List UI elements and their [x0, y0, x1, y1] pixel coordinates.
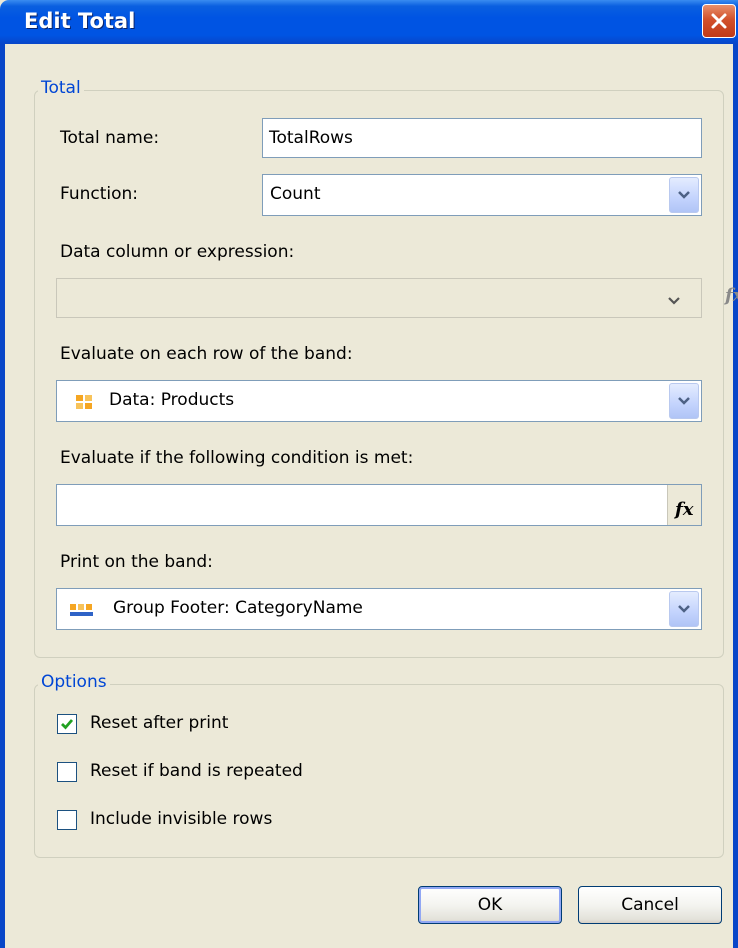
- data-band-icon: [75, 393, 93, 416]
- function-label: Function:: [60, 184, 139, 204]
- cancel-button[interactable]: Cancel: [578, 886, 722, 924]
- fx-icon: fx: [675, 499, 694, 520]
- reset-after-print-checkbox[interactable]: [57, 714, 77, 734]
- data-column-label: Data column or expression:: [60, 242, 295, 262]
- condition-input[interactable]: fx: [56, 484, 702, 526]
- print-band-label: Print on the band:: [60, 552, 213, 572]
- total-group-label: Total: [38, 78, 84, 98]
- evaluate-band-select[interactable]: Data: Products: [56, 380, 702, 422]
- total-name-input[interactable]: TotalRows: [262, 118, 702, 158]
- reset-if-repeated-label: Reset if band is repeated: [90, 761, 303, 781]
- print-band-select[interactable]: Group Footer: CategoryName: [56, 588, 702, 630]
- reset-after-print-label: Reset after print: [90, 713, 229, 733]
- fx-icon: fx: [725, 285, 738, 306]
- edit-total-dialog: Edit Total Total Total name: TotalRows F…: [0, 0, 738, 948]
- function-select-value: Count: [270, 184, 321, 204]
- include-invisible-checkbox[interactable]: [57, 810, 77, 830]
- options-group-label: Options: [38, 672, 110, 692]
- window-frame-left: [0, 44, 5, 948]
- include-invisible-label: Include invisible rows: [90, 809, 273, 829]
- evaluate-band-label: Evaluate on each row of the band:: [60, 344, 353, 364]
- function-select[interactable]: Count: [262, 174, 702, 216]
- evaluate-band-value: Data: Products: [109, 390, 235, 410]
- group-footer-band-icon: [69, 601, 95, 624]
- window-frame-right: [733, 44, 738, 948]
- total-name-label: Total name:: [60, 128, 160, 148]
- function-dropdown-button[interactable]: [669, 177, 699, 213]
- reset-if-repeated-checkbox[interactable]: [57, 762, 77, 782]
- condition-expression-button[interactable]: fx: [667, 485, 701, 525]
- close-button[interactable]: [702, 4, 736, 38]
- condition-input-value: [57, 494, 63, 514]
- title-bar[interactable]: Edit Total: [0, 0, 738, 44]
- print-band-value: Group Footer: CategoryName: [113, 598, 363, 618]
- evaluate-band-dropdown-button[interactable]: [669, 383, 699, 419]
- data-column-input: fx: [56, 278, 738, 318]
- ok-button[interactable]: OK: [418, 886, 562, 924]
- chevron-down-icon: [667, 292, 681, 312]
- condition-label: Evaluate if the following condition is m…: [60, 448, 414, 468]
- print-band-dropdown-button[interactable]: [669, 591, 699, 627]
- dialog-title: Edit Total: [24, 9, 136, 33]
